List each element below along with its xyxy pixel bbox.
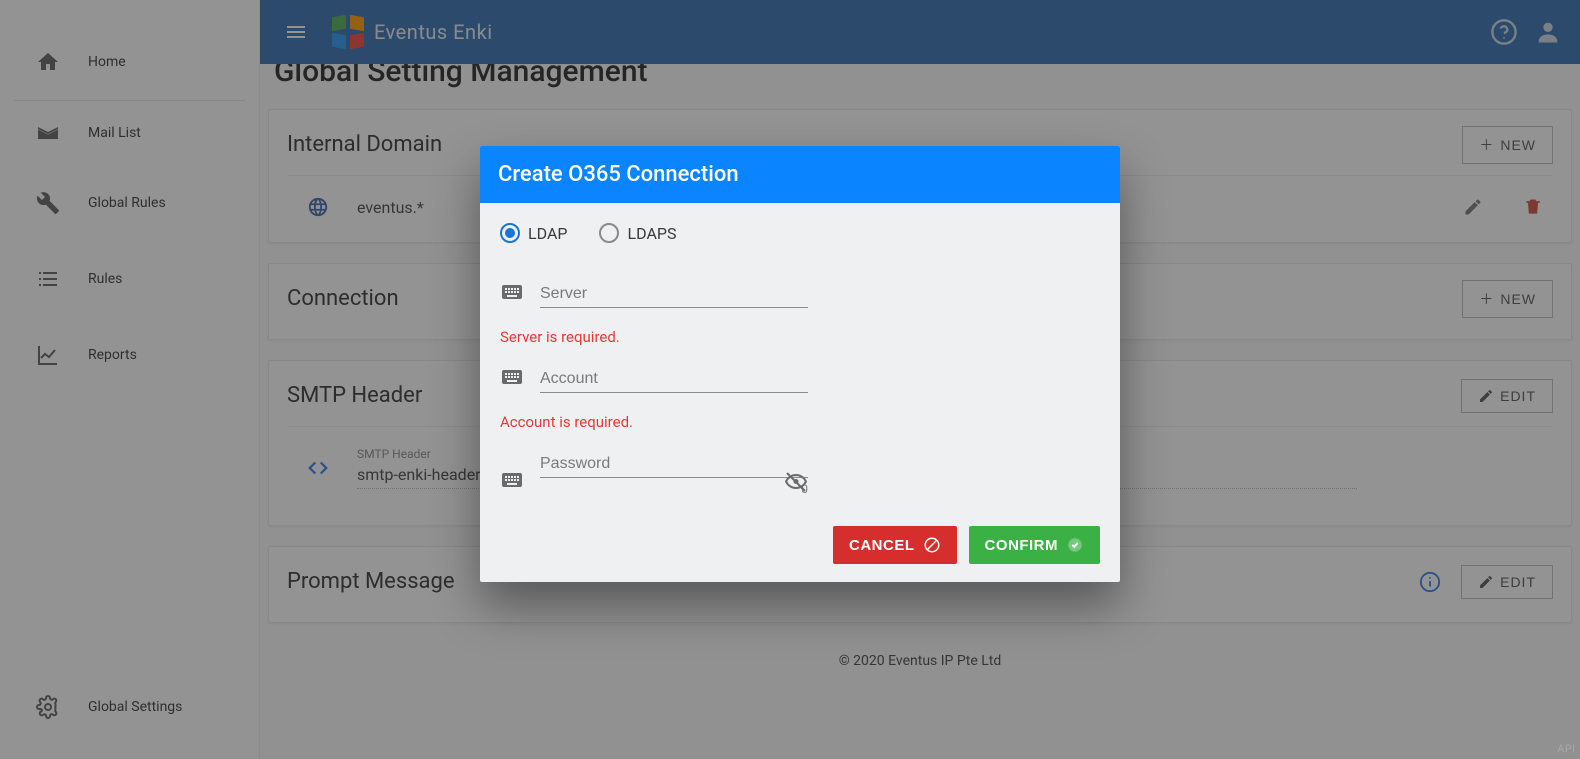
block-icon <box>923 536 941 554</box>
password-counter: 0 <box>540 482 808 496</box>
radio-icon <box>500 223 520 243</box>
eye-off-icon <box>784 470 808 494</box>
button-label: CONFIRM <box>985 537 1059 554</box>
keyboard-icon <box>500 280 524 304</box>
radio-label: LDAPS <box>627 224 676 243</box>
toggle-password-visibility[interactable] <box>784 470 808 494</box>
password-input[interactable] <box>540 449 808 478</box>
api-badge: API <box>1557 744 1576 755</box>
dialog-title: Create O365 Connection <box>480 146 1120 203</box>
server-error-text: Server is required. <box>500 328 1100 346</box>
protocol-radio-group: LDAP LDAPS <box>500 223 1100 243</box>
radio-label: LDAP <box>528 224 567 243</box>
check-circle-icon <box>1066 536 1084 554</box>
cancel-button[interactable]: CANCEL <box>833 526 957 564</box>
radio-icon <box>599 223 619 243</box>
radio-ldap[interactable]: LDAP <box>500 223 567 243</box>
radio-ldaps[interactable]: LDAPS <box>599 223 676 243</box>
account-error-text: Account is required. <box>500 413 1100 431</box>
keyboard-icon <box>500 468 524 492</box>
button-label: CANCEL <box>849 537 915 554</box>
confirm-button[interactable]: CONFIRM <box>969 526 1101 564</box>
account-input[interactable] <box>540 364 808 393</box>
create-connection-dialog: Create O365 Connection LDAP LDAPS Server… <box>480 146 1120 582</box>
server-input[interactable] <box>540 279 808 308</box>
keyboard-icon <box>500 365 524 389</box>
